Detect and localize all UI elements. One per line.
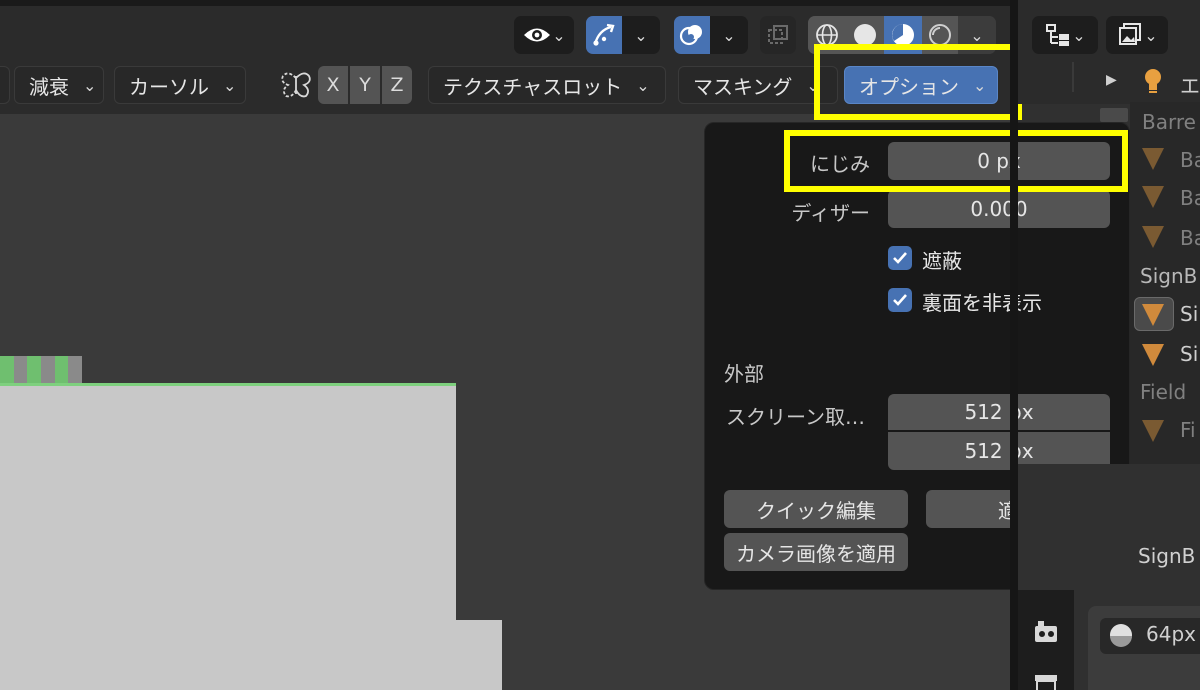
mirror-y-button[interactable]: Y: [350, 66, 380, 104]
object-visibility-button[interactable]: ⌄: [514, 16, 574, 54]
overlays-dropdown-button[interactable]: ⌄: [710, 16, 748, 54]
shading-rendered-button[interactable]: [922, 16, 958, 54]
mirror-z-button[interactable]: Z: [382, 66, 412, 104]
outliner-separator: [1072, 62, 1074, 92]
expand-arrow-icon[interactable]: ▶: [1106, 72, 1117, 88]
chevron-down-icon: ⌄: [636, 75, 650, 95]
outliner-item[interactable]: Si: [1180, 342, 1198, 366]
shading-dropdown-button[interactable]: ⌄: [958, 16, 996, 54]
vertex-group-icon: [1142, 148, 1164, 170]
backface-culling-checkbox[interactable]: [888, 288, 912, 312]
vertex-group-icon: [1142, 420, 1164, 442]
output-tab-icon[interactable]: [1032, 672, 1060, 690]
checkmark-icon: [893, 294, 907, 306]
cursor-label: カーソル: [129, 74, 209, 99]
shading-wireframe-button[interactable]: [808, 16, 846, 54]
chevron-down-icon: ⌄: [806, 75, 820, 95]
chevron-down-icon: ⌄: [634, 25, 648, 45]
display-mode-icon: [1119, 23, 1142, 45]
shading-material-preview-button[interactable]: [884, 16, 922, 54]
chevron-down-icon: ⌄: [83, 75, 97, 95]
outliner-header-item[interactable]: エ: [1180, 70, 1200, 99]
display-mode-dropdown[interactable]: ⌄: [1106, 16, 1168, 54]
bleed-field[interactable]: 0 px: [888, 142, 1110, 180]
gizmo-arrow-icon: [593, 23, 615, 46]
dither-label: ディザー: [791, 201, 870, 225]
xray-toggle-button[interactable]: [760, 16, 796, 54]
outliner-item[interactable]: Si: [1180, 302, 1198, 326]
render-tab-icon[interactable]: [1032, 618, 1060, 646]
vertex-group-icon: [1142, 226, 1164, 248]
masking-label: マスキング: [693, 74, 793, 99]
vertex-group-icon: [1142, 344, 1164, 366]
outliner-item[interactable]: Barre: [1142, 110, 1196, 134]
chevron-down-icon: ⌄: [1072, 25, 1086, 45]
cursor-dropdown[interactable]: カーソル ⌄: [114, 66, 246, 104]
truncated-button[interactable]: [0, 66, 10, 104]
options-dropdown[interactable]: オプション ⌄: [844, 66, 998, 104]
material-preview-icon: [892, 24, 914, 46]
butterfly-icon: [281, 72, 311, 98]
outliner-item[interactable]: Field: [1140, 380, 1186, 404]
chevron-down-icon: ⌄: [1144, 25, 1158, 45]
occlude-label: 遮蔽: [922, 249, 962, 273]
gizmo-dropdown-button[interactable]: ⌄: [622, 16, 660, 54]
occlude-checkbox[interactable]: [888, 246, 912, 270]
collection-icon: [1100, 108, 1128, 122]
area-divider[interactable]: [1010, 0, 1018, 690]
solid-icon: [854, 24, 876, 46]
matcap-sphere-icon: [1108, 622, 1134, 648]
outliner-item[interactable]: Fi: [1180, 418, 1196, 442]
editor-type-dropdown[interactable]: ⌄: [1032, 16, 1098, 54]
shading-solid-button[interactable]: [846, 16, 884, 54]
options-label: オプション: [859, 74, 959, 99]
rendered-icon: [929, 24, 951, 46]
symmetry-toggle[interactable]: [278, 70, 314, 100]
texture-slots-dropdown[interactable]: テクスチャスロット ⌄: [428, 66, 666, 104]
outliner-item[interactable]: Ba: [1180, 148, 1200, 172]
chevron-down-icon: ⌄: [552, 25, 566, 45]
wireframe-icon: [816, 24, 838, 46]
vertex-group-icon: [1142, 304, 1164, 326]
outliner-item[interactable]: Ba: [1180, 226, 1200, 250]
chevron-down-icon: ⌄: [722, 25, 736, 45]
outliner-item[interactable]: Ba: [1180, 186, 1200, 210]
vertex-group-icon: [1142, 186, 1164, 208]
chevron-down-icon: ⌄: [973, 75, 987, 95]
screen-grab-x-field[interactable]: 512 px: [888, 394, 1110, 430]
mirror-x-button[interactable]: X: [318, 66, 348, 104]
chevron-down-icon: ⌄: [970, 25, 984, 45]
quick-edit-button[interactable]: クイック編集: [724, 490, 908, 528]
external-heading: 外部: [724, 362, 764, 386]
overlays-toggle-button[interactable]: [674, 16, 710, 54]
bleed-label: にじみ: [810, 152, 870, 176]
dither-field[interactable]: 0.000: [888, 190, 1110, 228]
header-top-edge: [0, 0, 1010, 6]
checkmark-icon: [893, 252, 907, 264]
texture-slots-label: テクスチャスロット: [443, 74, 623, 99]
chevron-down-icon: ⌄: [223, 75, 237, 95]
object-name: SignB: [1138, 544, 1196, 568]
eye-icon: [524, 28, 551, 42]
outliner-item[interactable]: SignB: [1140, 264, 1197, 288]
overlay-circles-icon: [679, 25, 702, 46]
light-bulb-icon: [1140, 66, 1166, 96]
xray-icon: [768, 25, 788, 44]
falloff-label: 減衰: [29, 74, 69, 99]
apply-camera-image-button[interactable]: カメラ画像を適用: [724, 533, 908, 571]
outliner-icon: [1046, 24, 1070, 46]
falloff-dropdown[interactable]: 減衰 ⌄: [14, 66, 104, 104]
masking-dropdown[interactable]: マスキング ⌄: [678, 66, 838, 104]
preview-size-value: 64px: [1146, 622, 1196, 646]
painted-mesh-surface-lower[interactable]: [0, 620, 502, 690]
gizmo-toggle-button[interactable]: [586, 16, 622, 54]
backface-culling-label: 裏面を非表示: [922, 291, 1042, 315]
screen-grab-label: スクリーン取…: [726, 405, 865, 429]
